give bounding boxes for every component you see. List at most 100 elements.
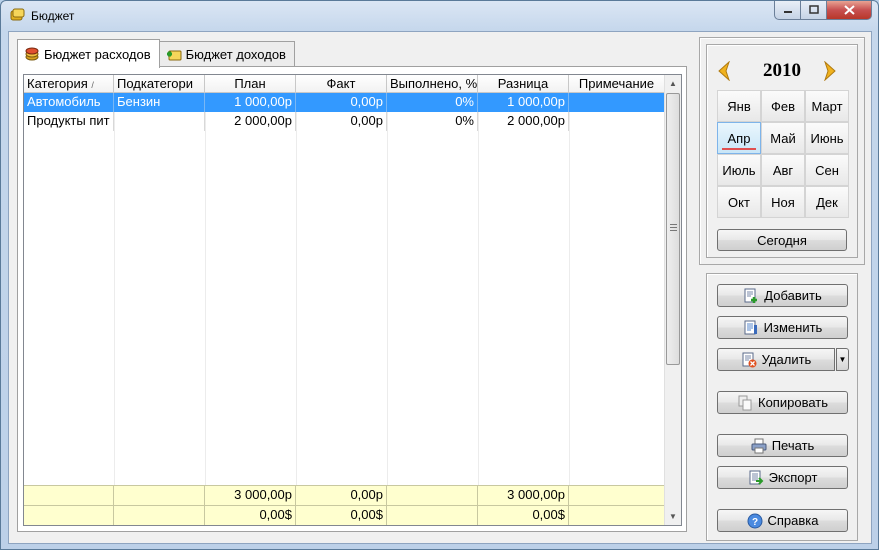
cell-subcategory: Бензин xyxy=(114,93,205,112)
month-jan-button[interactable]: Янв xyxy=(717,90,761,122)
month-jun-button[interactable]: Июнь xyxy=(805,122,849,154)
edit-label: Изменить xyxy=(763,320,823,335)
cell-difference: 2 000,00р xyxy=(478,112,569,131)
calendar-panel: 2010 Янв Фев Март Апр Май Июнь Июль Авг … xyxy=(699,37,865,265)
sort-indicator: / xyxy=(91,80,94,90)
close-icon xyxy=(843,5,855,15)
footer-difference-total: 3 000,00р xyxy=(478,486,569,505)
window-title: Бюджет xyxy=(31,9,75,23)
cell-difference: 1 000,00р xyxy=(478,93,569,112)
budget-window: Бюджет Бюджет расходов Бюджет доходов Ка… xyxy=(0,0,879,550)
money-add-icon xyxy=(166,50,182,60)
cell-completed: 0% xyxy=(387,93,478,112)
month-nov-button[interactable]: Ноя xyxy=(761,186,805,218)
budget-grid[interactable]: Категория / Подкатегори План Факт Выполн… xyxy=(23,74,682,526)
delete-record-icon xyxy=(742,352,757,367)
help-icon: ? xyxy=(747,513,762,528)
month-mar-button[interactable]: Март xyxy=(805,90,849,122)
tab-expense-budget[interactable]: Бюджет расходов xyxy=(17,39,160,68)
table-row[interactable]: Продукты пит 2 000,00р 0,00р 0% 2 000,00… xyxy=(24,112,665,131)
copy-icon xyxy=(738,395,752,410)
footer-totals-row: 3 000,00р 0,00р 3 000,00р xyxy=(24,485,665,505)
close-button[interactable] xyxy=(827,1,872,20)
column-header-note[interactable]: Примечание xyxy=(569,75,665,93)
column-divider xyxy=(387,93,388,485)
month-sep-button[interactable]: Сен xyxy=(805,154,849,186)
cell-note xyxy=(569,93,665,112)
export-label: Экспорт xyxy=(768,470,818,485)
column-divider xyxy=(114,93,115,485)
coins-icon xyxy=(25,47,39,61)
cell-category: Автомобиль xyxy=(24,93,114,112)
tab-income-budget[interactable]: Бюджет доходов xyxy=(159,41,295,67)
scroll-thumb[interactable] xyxy=(666,93,680,365)
footer-cell xyxy=(569,506,665,525)
cell-category: Продукты пит xyxy=(24,112,114,131)
print-label: Печать xyxy=(771,438,815,453)
table-row[interactable]: Автомобиль Бензин 1 000,00р 0,00р 0% 1 0… xyxy=(24,93,665,112)
column-header-fact[interactable]: Факт xyxy=(296,75,387,93)
copy-label: Копировать xyxy=(758,395,828,410)
cell-subcategory xyxy=(114,112,205,131)
month-apr-button[interactable]: Апр xyxy=(717,122,761,154)
scroll-up-icon[interactable]: ▲ xyxy=(665,75,681,92)
maximize-button[interactable] xyxy=(801,1,827,20)
tab-label: Бюджет расходов xyxy=(44,46,151,62)
printer-icon xyxy=(751,438,767,453)
footer-cell xyxy=(387,506,478,525)
edit-button[interactable]: Изменить xyxy=(717,316,848,339)
column-header-category[interactable]: Категория / xyxy=(24,75,114,93)
delete-button[interactable]: Удалить xyxy=(717,348,835,371)
expense-tab-panel: Категория / Подкатегори План Факт Выполн… xyxy=(17,66,687,532)
client-area: Бюджет расходов Бюджет доходов Категория… xyxy=(8,31,872,544)
add-button[interactable]: Добавить xyxy=(717,284,848,307)
title-bar[interactable]: Бюджет xyxy=(1,1,878,31)
footer-cell xyxy=(24,506,114,525)
column-header-completed[interactable]: Выполнено, % xyxy=(387,75,478,93)
delete-label: Удалить xyxy=(761,352,812,367)
today-button[interactable]: Сегодня xyxy=(717,229,847,251)
column-header-difference[interactable]: Разница xyxy=(478,75,569,93)
tab-strip: Бюджет расходов Бюджет доходов xyxy=(17,39,295,68)
svg-text:?: ? xyxy=(751,517,757,528)
scroll-down-icon[interactable]: ▼ xyxy=(665,508,681,525)
help-label: Справка xyxy=(767,513,819,528)
month-oct-button[interactable]: Окт xyxy=(717,186,761,218)
column-divider xyxy=(569,93,570,485)
tab-label: Бюджет доходов xyxy=(185,47,286,62)
month-grid: Янв Фев Март Апр Май Июнь Июль Авг Сен О… xyxy=(717,90,850,218)
export-button[interactable]: Экспорт xyxy=(717,466,848,489)
today-label: Сегодня xyxy=(757,232,807,248)
app-coins-icon xyxy=(10,8,25,21)
footer-plan-usd: 0,00$ xyxy=(205,506,296,525)
add-label: Добавить xyxy=(764,288,822,303)
cell-plan: 2 000,00р xyxy=(205,112,296,131)
export-icon xyxy=(749,470,763,485)
footer-difference-usd: 0,00$ xyxy=(478,506,569,525)
delete-dropdown-button[interactable]: ▼ xyxy=(836,348,849,371)
grid-header: Категория / Подкатегори План Факт Выполн… xyxy=(24,75,665,93)
footer-fact-total: 0,00р xyxy=(296,486,387,505)
column-header-plan[interactable]: План xyxy=(205,75,296,93)
copy-button[interactable]: Копировать xyxy=(717,391,848,414)
column-divider xyxy=(478,93,479,485)
footer-cell xyxy=(114,486,205,505)
column-header-subcategory[interactable]: Подкатегори xyxy=(114,75,205,93)
calendar-inner: 2010 Янв Фев Март Апр Май Июнь Июль Авг … xyxy=(706,44,858,258)
vertical-scrollbar[interactable]: ▲ ▼ xyxy=(664,75,681,525)
month-may-button[interactable]: Май xyxy=(761,122,805,154)
minimize-button[interactable] xyxy=(774,1,801,20)
footer-fact-usd: 0,00$ xyxy=(296,506,387,525)
minimize-icon xyxy=(783,11,792,13)
month-feb-button[interactable]: Фев xyxy=(761,90,805,122)
next-year-arrow-icon[interactable] xyxy=(821,61,839,81)
month-jul-button[interactable]: Июль xyxy=(717,154,761,186)
column-divider xyxy=(205,93,206,485)
month-aug-button[interactable]: Авг xyxy=(761,154,805,186)
help-button[interactable]: ? Справка xyxy=(717,509,848,532)
month-dec-button[interactable]: Дек xyxy=(805,186,849,218)
print-button[interactable]: Печать xyxy=(717,434,848,457)
edit-record-icon xyxy=(744,320,757,334)
cell-fact: 0,00р xyxy=(296,93,387,112)
column-divider xyxy=(296,93,297,485)
